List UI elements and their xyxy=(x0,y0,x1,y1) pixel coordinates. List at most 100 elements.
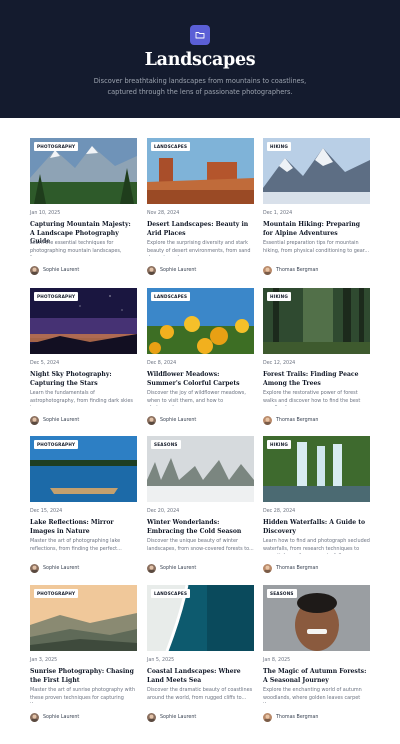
post-author[interactable]: Thomas Bergman xyxy=(263,266,318,275)
category-badge: LANDSCAPES xyxy=(151,589,191,598)
avatar xyxy=(147,564,156,573)
post-date: Dec 28, 2024 xyxy=(263,509,296,514)
post-date: Dec 15, 2024 xyxy=(30,509,63,514)
post-card[interactable]: LANDSCAPES Nov 28, 2024 Desert Landscape… xyxy=(147,138,254,280)
post-thumbnail[interactable]: PHOTOGRAPHY xyxy=(30,585,137,651)
post-card[interactable]: LANDSCAPES Dec 8, 2024 Wildflower Meadow… xyxy=(147,288,254,430)
post-date: Jan 10, 2025 xyxy=(30,211,61,216)
post-card[interactable]: HIKING Dec 12, 2024 Forest Trails: Findi… xyxy=(263,288,370,430)
post-title[interactable]: Coastal Landscapes: Where Land Meets Sea xyxy=(147,668,254,685)
avatar xyxy=(147,713,156,722)
category-badge: LANDSCAPES xyxy=(151,292,191,301)
post-date: Dec 8, 2024 xyxy=(147,361,177,366)
post-thumbnail[interactable]: SEASONS xyxy=(147,436,254,502)
author-name: Thomas Bergman xyxy=(276,715,319,720)
post-title[interactable]: Hidden Waterfalls: A Guide to Discovery xyxy=(263,519,370,536)
avatar xyxy=(263,564,272,573)
avatar xyxy=(147,416,156,425)
post-card[interactable]: PHOTOGRAPHY Jan 3, 2025 Sunrise Photogra… xyxy=(30,585,137,727)
post-card[interactable]: SEASONS Dec 20, 2024 Winter Wonderlands:… xyxy=(147,436,254,578)
post-excerpt: Essential preparation tips for mountain … xyxy=(263,240,370,254)
post-card[interactable]: PHOTOGRAPHY Dec 15, 2024 Lake Reflection… xyxy=(30,436,137,578)
post-date: Jan 5, 2025 xyxy=(147,658,175,663)
post-card[interactable]: HIKING Dec 1, 2024 Mountain Hiking: Prep… xyxy=(263,138,370,280)
post-excerpt: Discover the unique beauty of winter lan… xyxy=(147,538,254,552)
post-excerpt: Learn the fundamentals of astrophotograp… xyxy=(30,390,133,406)
page-title: Landscapes xyxy=(144,50,256,70)
post-thumbnail[interactable]: PHOTOGRAPHY xyxy=(30,288,137,354)
post-excerpt: Master the art of photographing lake ref… xyxy=(30,538,122,552)
avatar xyxy=(263,266,272,275)
post-excerpt: Master the art of sunrise photography wi… xyxy=(30,687,136,703)
post-card[interactable]: SEASONS Jan 8, 2025 The Magic of Autumn … xyxy=(263,585,370,727)
post-author[interactable]: Sophie Laurent xyxy=(30,564,79,573)
post-date: Dec 1, 2024 xyxy=(263,211,293,216)
post-thumbnail[interactable]: PHOTOGRAPHY xyxy=(30,436,137,502)
post-title[interactable]: Forest Trails: Finding Peace Among the T… xyxy=(263,371,370,388)
author-name: Sophie Laurent xyxy=(160,566,197,571)
post-title[interactable]: Mountain Hiking: Preparing for Alpine Ad… xyxy=(263,221,370,238)
post-thumbnail[interactable]: HIKING xyxy=(263,138,370,204)
post-author[interactable]: Thomas Bergman xyxy=(263,564,318,573)
post-title[interactable]: The Magic of Autumn Forests: A Seasonal … xyxy=(263,668,370,685)
author-name: Thomas Bergman xyxy=(276,418,319,423)
category-badge: HIKING xyxy=(267,292,292,301)
hero-header: Landscapes Discover breathtaking landsca… xyxy=(0,0,400,118)
post-thumbnail[interactable]: PHOTOGRAPHY xyxy=(30,138,137,204)
post-card[interactable]: PHOTOGRAPHY Jan 10, 2025 Capturing Mount… xyxy=(30,138,137,280)
category-badge: LANDSCAPES xyxy=(151,142,191,151)
post-title[interactable]: Sunrise Photography: Chasing the First L… xyxy=(30,668,137,685)
post-thumbnail[interactable]: LANDSCAPES xyxy=(147,585,254,651)
avatar xyxy=(147,266,156,275)
post-card[interactable]: HIKING Dec 28, 2024 Hidden Waterfalls: A… xyxy=(263,436,370,578)
category-badge: PHOTOGRAPHY xyxy=(34,292,79,301)
post-thumbnail[interactable]: LANDSCAPES xyxy=(147,288,254,354)
avatar xyxy=(30,564,39,573)
author-name: Sophie Laurent xyxy=(43,715,80,720)
folder-icon xyxy=(190,25,210,45)
post-author[interactable]: Sophie Laurent xyxy=(147,713,196,722)
post-title[interactable]: Winter Wonderlands: Embracing the Cold S… xyxy=(147,519,254,536)
post-excerpt: Explore the enchanting world of autumn w… xyxy=(263,687,362,703)
post-author[interactable]: Sophie Laurent xyxy=(147,266,196,275)
author-name: Sophie Laurent xyxy=(160,418,197,423)
post-author[interactable]: Sophie Laurent xyxy=(30,416,79,425)
post-author[interactable]: Sophie Laurent xyxy=(30,713,79,722)
author-name: Sophie Laurent xyxy=(160,715,197,720)
author-name: Sophie Laurent xyxy=(43,268,80,273)
post-thumbnail[interactable]: LANDSCAPES xyxy=(147,138,254,204)
post-date: Dec 20, 2024 xyxy=(147,509,180,514)
post-title[interactable]: Wildflower Meadows: Summer's Colorful Ca… xyxy=(147,371,254,388)
post-title[interactable]: Night Sky Photography: Capturing the Sta… xyxy=(30,371,137,388)
author-name: Sophie Laurent xyxy=(43,566,80,571)
post-thumbnail[interactable]: HIKING xyxy=(263,288,370,354)
post-excerpt: Discover the dramatic beauty of coastlin… xyxy=(147,687,253,701)
avatar xyxy=(30,266,39,275)
post-title[interactable]: Desert Landscapes: Beauty in Arid Places xyxy=(147,221,254,238)
author-name: Sophie Laurent xyxy=(43,418,80,423)
post-excerpt: Explore the restorative power of forest … xyxy=(263,390,361,406)
post-author[interactable]: Thomas Bergman xyxy=(263,713,318,722)
post-date: Jan 8, 2025 xyxy=(263,658,291,663)
post-author[interactable]: Sophie Laurent xyxy=(30,266,79,275)
page-subtitle: Discover breathtaking landscapes from mo… xyxy=(93,77,307,96)
avatar xyxy=(263,713,272,722)
post-thumbnail[interactable]: HIKING xyxy=(263,436,370,502)
post-card[interactable]: PHOTOGRAPHY Dec 5, 2024 Night Sky Photog… xyxy=(30,288,137,430)
post-thumbnail[interactable]: SEASONS xyxy=(263,585,370,651)
post-author[interactable]: Thomas Bergman xyxy=(263,416,318,425)
post-card[interactable]: LANDSCAPES Jan 5, 2025 Coastal Landscape… xyxy=(147,585,254,727)
category-badge: SEASONS xyxy=(267,589,297,598)
post-excerpt: Explore the surprising diversity and sta… xyxy=(147,240,251,256)
author-name: Thomas Bergman xyxy=(276,268,319,273)
category-badge: HIKING xyxy=(267,142,292,151)
avatar xyxy=(30,713,39,722)
category-badge: HIKING xyxy=(267,440,292,449)
category-badge: PHOTOGRAPHY xyxy=(34,440,79,449)
post-excerpt: Discover the joy of wildflower meadows, … xyxy=(147,390,246,406)
post-author[interactable]: Sophie Laurent xyxy=(147,416,196,425)
post-author[interactable]: Sophie Laurent xyxy=(147,564,196,573)
category-badge: SEASONS xyxy=(151,440,181,449)
post-date: Nov 28, 2024 xyxy=(147,211,180,216)
post-title[interactable]: Lake Reflections: Mirror Images in Natur… xyxy=(30,519,137,536)
